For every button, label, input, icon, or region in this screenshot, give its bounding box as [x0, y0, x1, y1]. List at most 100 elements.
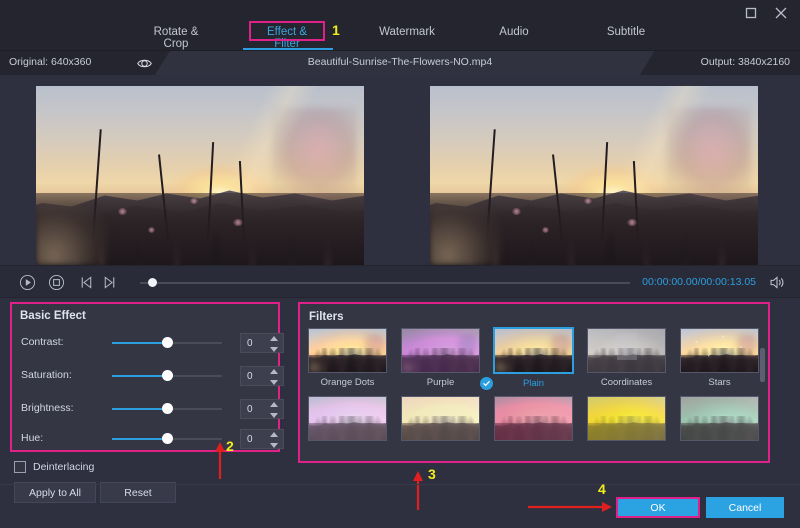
filter-thumbnail [401, 328, 480, 373]
restore-window-icon[interactable] [742, 4, 760, 22]
filter-item-magenta[interactable] [494, 396, 573, 445]
filters-scrollbar[interactable] [760, 326, 765, 456]
hue-value: 0 [247, 434, 253, 445]
saturation-stepper[interactable]: 0 [240, 366, 284, 386]
filters-row-2 [308, 396, 760, 464]
stop-icon[interactable] [48, 274, 65, 291]
filters-title: Filters [309, 311, 344, 323]
editing-panels: Basic Effect Contrast: 0 Saturation: 0 [0, 298, 800, 528]
annotation-arrow-4 [528, 501, 613, 513]
effect-filter-dialog: Rotate & Crop Effect & Filter Watermark … [0, 0, 800, 528]
hue-slider-handle[interactable] [162, 433, 173, 444]
playback-controls-bar: 00:00:00.00/00:00:13.05 [0, 265, 800, 298]
apply-to-all-button[interactable]: Apply to All [14, 482, 96, 503]
cancel-button[interactable]: Cancel [706, 497, 784, 518]
deinterlacing-checkbox-row[interactable]: Deinterlacing [14, 461, 94, 473]
saturation-slider[interactable] [112, 375, 222, 377]
filter-thumbnail [308, 396, 387, 441]
brightness-label: Brightness: [21, 402, 74, 414]
seek-bar[interactable] [140, 282, 630, 284]
filter-item-sepia[interactable] [401, 396, 480, 445]
filters-row-1: Orange Dots Purple [308, 328, 760, 396]
output-preview-frame [430, 86, 758, 265]
tab-rotate-crop[interactable]: Rotate & Crop [140, 22, 212, 54]
saturation-slider-handle[interactable] [162, 370, 173, 381]
play-icon[interactable] [19, 274, 36, 291]
active-tab-underline [243, 48, 333, 50]
brightness-slider[interactable] [112, 408, 222, 410]
hue-slider[interactable] [112, 438, 222, 440]
filter-thumbnail [494, 396, 573, 441]
filter-thumbnail [587, 328, 666, 373]
tab-watermark[interactable]: Watermark [372, 22, 442, 42]
brightness-stepper-arrows[interactable] [270, 402, 279, 418]
filter-thumbnail [401, 396, 480, 441]
current-time: 00:00:00.00 [642, 276, 697, 288]
filter-item-green[interactable] [680, 396, 759, 445]
hue-label: Hue: [21, 432, 43, 444]
output-video-preview[interactable] [430, 86, 758, 265]
seek-handle[interactable] [148, 278, 157, 287]
brightness-value: 0 [247, 404, 253, 415]
contrast-label: Contrast: [21, 336, 64, 348]
tab-subtitle[interactable]: Subtitle [601, 22, 651, 42]
filter-item-coordinates[interactable]: Coordinates [587, 328, 666, 388]
annotation-arrow-2 [214, 441, 226, 479]
hue-stepper[interactable]: 0 [240, 429, 284, 449]
filter-label: Plain [494, 378, 573, 389]
saturation-stepper-arrows[interactable] [270, 369, 279, 385]
filter-item-yellow[interactable] [587, 396, 666, 445]
filter-selected-check-icon [480, 377, 493, 390]
filter-thumbnail [587, 396, 666, 441]
contrast-value: 0 [247, 338, 253, 349]
annotation-number-4: 4 [598, 481, 606, 497]
basic-effect-panel: Basic Effect Contrast: 0 Saturation: 0 [10, 302, 280, 452]
footer-divider [0, 484, 800, 485]
tab-audio[interactable]: Audio [494, 22, 534, 42]
deinterlacing-label: Deinterlacing [33, 461, 94, 473]
close-window-icon[interactable] [772, 4, 790, 22]
preview-info-bar: Original: 640x360 Beautiful-Sunrise-The-… [0, 51, 800, 75]
window-controls [742, 4, 790, 22]
saturation-label: Saturation: [21, 369, 72, 381]
filter-item-stars[interactable]: Stars [680, 328, 759, 388]
annotation-arrow-3 [412, 470, 424, 510]
filter-item-plain[interactable]: Plain [494, 328, 573, 389]
time-display: 00:00:00.00/00:00:13.05 [642, 276, 756, 288]
slider-row-hue: Hue: 0 [12, 426, 282, 452]
contrast-slider[interactable] [112, 342, 222, 344]
output-resolution-label: Output: 3840x2160 [701, 56, 790, 68]
contrast-stepper-arrows[interactable] [270, 336, 279, 352]
filter-thumbnail [680, 396, 759, 441]
previous-frame-icon[interactable] [78, 274, 95, 291]
filters-scrollbar-thumb[interactable] [760, 348, 765, 382]
volume-icon[interactable] [768, 274, 786, 291]
filter-item-lavender[interactable] [308, 396, 387, 445]
next-frame-icon[interactable] [101, 274, 118, 291]
annotation-number-3: 3 [428, 466, 436, 482]
hue-stepper-arrows[interactable] [270, 432, 279, 448]
filter-item-purple[interactable]: Purple [401, 328, 480, 388]
brightness-stepper[interactable]: 0 [240, 399, 284, 419]
filter-thumbnail [680, 328, 759, 373]
original-video-preview[interactable] [36, 86, 364, 265]
original-preview-frame [36, 86, 364, 265]
basic-effect-title: Basic Effect [20, 310, 86, 322]
slider-row-saturation: Saturation: 0 [12, 363, 282, 389]
reset-button[interactable]: Reset [100, 482, 176, 503]
filter-label: Coordinates [587, 377, 666, 388]
filter-item-orange-dots[interactable]: Orange Dots [308, 328, 387, 388]
deinterlacing-checkbox[interactable] [14, 461, 26, 473]
brightness-slider-handle[interactable] [162, 403, 173, 414]
contrast-stepper[interactable]: 0 [240, 333, 284, 353]
slider-row-contrast: Contrast: 0 [12, 330, 282, 356]
filter-label: Purple [401, 377, 480, 388]
filter-label: Orange Dots [308, 377, 387, 388]
contrast-slider-handle[interactable] [162, 337, 173, 348]
saturation-value: 0 [247, 371, 253, 382]
filters-grid: Orange Dots Purple [308, 328, 760, 464]
total-time: 00:00:13.05 [701, 276, 756, 288]
ok-button[interactable]: OK [616, 497, 700, 518]
output-resolution-tag: Output: 3840x2160 [640, 51, 800, 75]
title-bar: Rotate & Crop Effect & Filter Watermark … [0, 0, 800, 51]
